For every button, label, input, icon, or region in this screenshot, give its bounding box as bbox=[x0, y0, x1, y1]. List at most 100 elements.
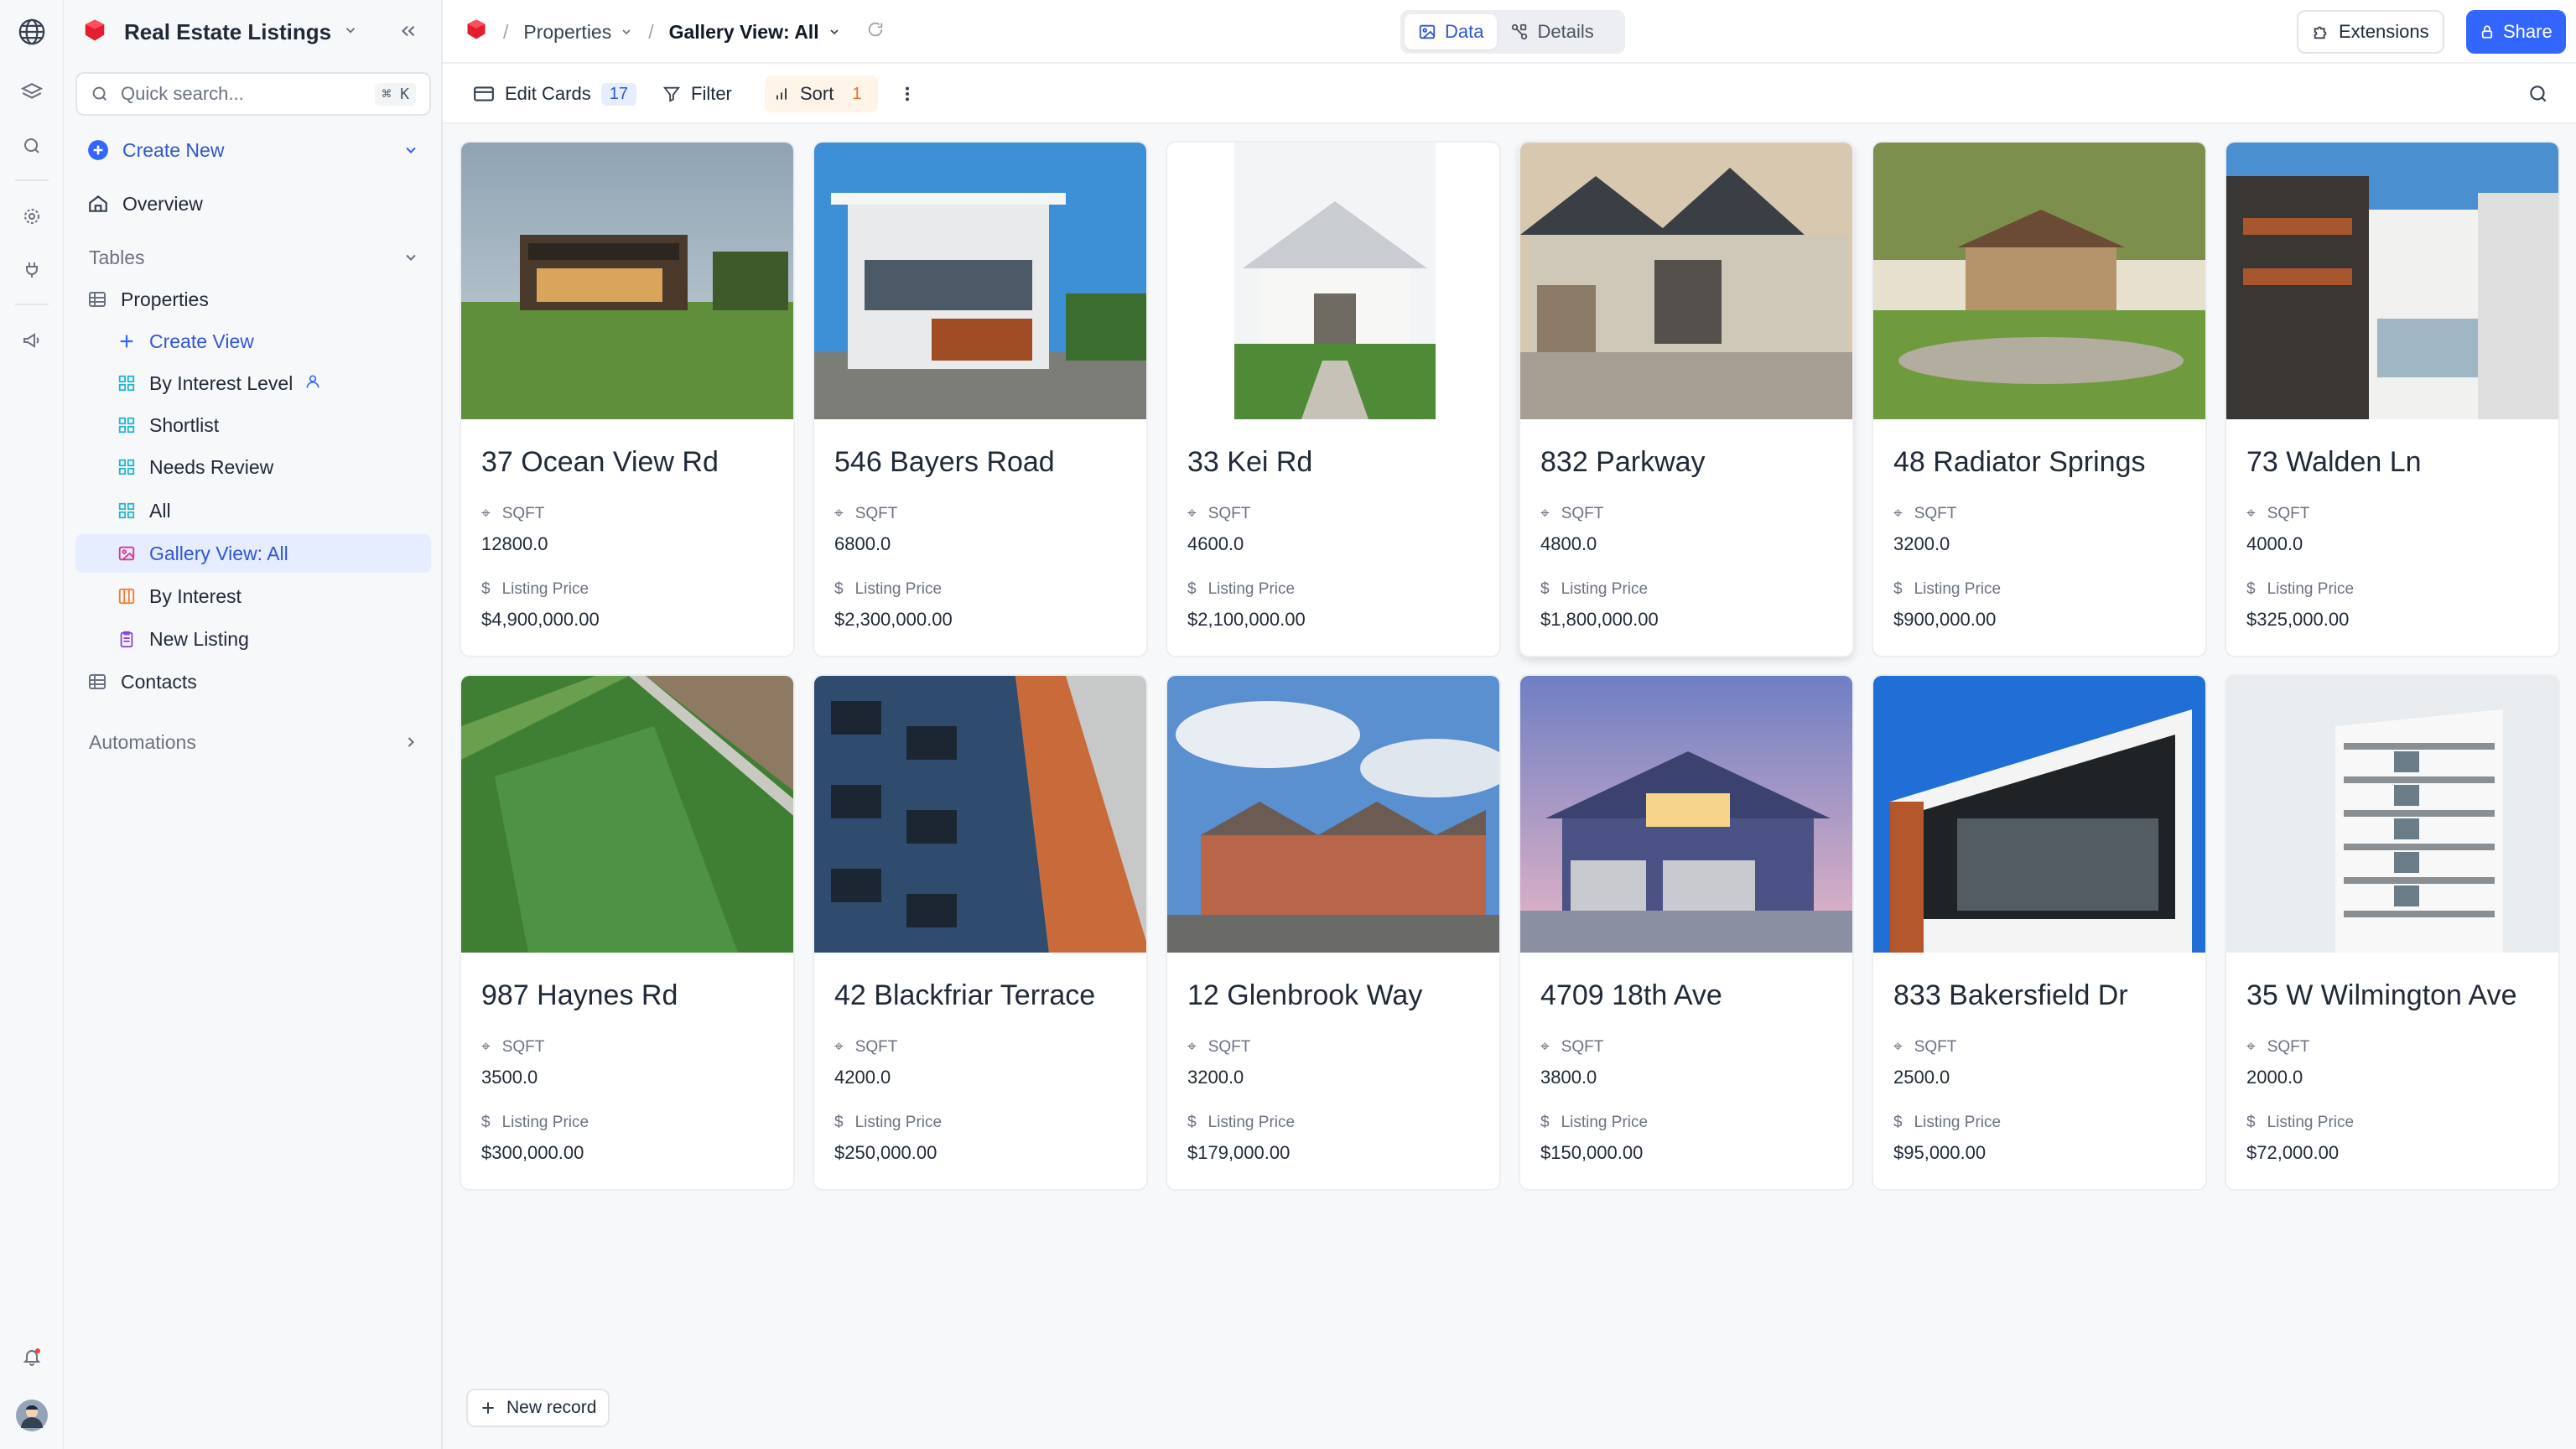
sort-label: Sort bbox=[800, 83, 834, 104]
chevron-down-icon[interactable] bbox=[828, 21, 841, 44]
sqft-value: 6800.0 bbox=[834, 533, 891, 554]
price-field-label: $ Listing Price bbox=[2246, 1114, 2355, 1131]
sidebar-view-by-interest[interactable]: By Interest bbox=[75, 577, 431, 615]
search-icon[interactable] bbox=[15, 129, 49, 163]
sidebar-item-properties[interactable]: Properties bbox=[75, 280, 431, 319]
view-label: Shortlist bbox=[149, 413, 220, 436]
card-title: 35 W Wilmington Ave bbox=[2246, 979, 2517, 1011]
automations-label: Automations bbox=[89, 730, 196, 753]
tab-details-label: Details bbox=[1537, 21, 1594, 42]
sqft-value: 4600.0 bbox=[1187, 533, 1244, 554]
dollar-icon: $ bbox=[834, 1114, 844, 1131]
base-logo-icon[interactable] bbox=[465, 18, 488, 46]
integrations-plug-icon[interactable] bbox=[15, 253, 49, 287]
quick-search-input[interactable]: Quick search... ⌘ K bbox=[75, 72, 431, 116]
record-card[interactable]: 987 Haynes Rd ⌖ SQFT 3500.0 $ Listing Pric… bbox=[460, 674, 795, 1191]
create-new-label: Create New bbox=[122, 138, 225, 161]
automations-section-header[interactable]: Automations bbox=[75, 723, 431, 761]
chevron-down-icon bbox=[402, 141, 419, 164]
dollar-icon: $ bbox=[1893, 1114, 1903, 1131]
workspace-globe-icon[interactable] bbox=[15, 15, 49, 49]
form-clipboard-icon bbox=[120, 631, 133, 648]
sort-button[interactable]: Sort 1 bbox=[765, 75, 879, 112]
breadcrumb-view[interactable]: Gallery View: All bbox=[669, 21, 819, 44]
sqft-value: 3800.0 bbox=[1540, 1067, 1597, 1088]
price-field-label: $ Listing Price bbox=[1893, 580, 2002, 598]
breadcrumb-table[interactable]: Properties bbox=[523, 21, 611, 44]
announcements-megaphone-icon[interactable] bbox=[15, 324, 49, 357]
record-card[interactable]: 33 Kei Rd ⌖ SQFT 4600.0 $ Listing Price $2… bbox=[1166, 141, 1501, 657]
record-card[interactable]: 48 Radiator Springs ⌖ SQFT 3200.0 $ Listin… bbox=[1872, 141, 2207, 657]
record-card[interactable]: 546 Bayers Road ⌖ SQFT 6800.0 $ Listing Pr… bbox=[813, 141, 1148, 657]
record-card[interactable]: 4709 18th Ave ⌖ SQFT 3800.0 $ Listing Pric… bbox=[1519, 674, 1854, 1191]
record-card[interactable]: 73 Walden Ln ⌖ SQFT 4000.0 $ Listing Price… bbox=[2225, 141, 2560, 657]
sidebar-view-shortlist[interactable]: Shortlist bbox=[75, 406, 431, 444]
price-field-label: $ Listing Price bbox=[481, 580, 589, 598]
user-avatar[interactable] bbox=[15, 1399, 49, 1432]
sqft-value: 3200.0 bbox=[1893, 533, 1950, 554]
icon-rail bbox=[0, 0, 64, 1449]
tables-section-header[interactable]: Tables bbox=[75, 238, 431, 277]
record-card[interactable]: 35 W Wilmington Ave ⌖ SQFT 2000.0 $ Listin… bbox=[2225, 674, 2560, 1191]
contacts-label: Contacts bbox=[121, 670, 197, 693]
create-new-button[interactable]: Create New bbox=[75, 131, 431, 169]
sidebar-view-needs-review[interactable]: Needs Review bbox=[75, 448, 431, 486]
record-card[interactable]: 37 Ocean View Rd ⌖ SQFT 12800.0 $ Listing … bbox=[460, 141, 795, 657]
sidebar-create-view[interactable]: Create View bbox=[75, 322, 431, 361]
sidebar-view-gallery-all[interactable]: Gallery View: All bbox=[75, 534, 431, 573]
personal-view-user-icon bbox=[304, 372, 321, 395]
sidebar-view-all[interactable]: All bbox=[75, 491, 431, 530]
record-card[interactable]: 12 Glenbrook Way ⌖ SQFT 3200.0 $ Listing P… bbox=[1166, 674, 1501, 1191]
price-field-label: $ Listing Price bbox=[1893, 1114, 2002, 1131]
dollar-icon: $ bbox=[2246, 580, 2256, 598]
grid-view-icon bbox=[118, 375, 135, 392]
price-field-label: $ Listing Price bbox=[2246, 580, 2355, 598]
notifications-bell-icon[interactable] bbox=[15, 1340, 49, 1374]
tab-details[interactable]: Details bbox=[1497, 14, 1607, 49]
sidebar-item-overview[interactable]: Overview bbox=[75, 184, 431, 223]
sort-bars-icon bbox=[776, 88, 787, 100]
sqft-field-label: ⌖ SQFT bbox=[1893, 505, 1957, 522]
record-card[interactable]: 832 Parkway ⌖ SQFT 4800.0 $ Listing Price … bbox=[1519, 141, 1854, 657]
bases-layers-icon[interactable] bbox=[15, 75, 49, 109]
settings-gear-icon[interactable] bbox=[15, 200, 49, 233]
table-grid-icon bbox=[89, 292, 106, 307]
record-card[interactable]: 833 Bakersfield Dr ⌖ SQFT 2500.0 $ Listing… bbox=[1872, 674, 2207, 1191]
sqft-field-label: ⌖ SQFT bbox=[1187, 1038, 1251, 1056]
price-field-label: $ Listing Price bbox=[1540, 1114, 1649, 1131]
share-label: Share bbox=[2503, 21, 2553, 42]
grid-view-icon bbox=[118, 459, 135, 475]
base-switcher[interactable]: Real Estate Listings bbox=[82, 15, 358, 49]
grid-view-icon bbox=[118, 417, 135, 434]
chevron-down-icon[interactable] bbox=[620, 21, 633, 44]
search-placeholder: Quick search... bbox=[121, 83, 244, 104]
record-card[interactable]: 42 Blackfriar Terrace ⌖ SQFT 4200.0 $ List… bbox=[813, 674, 1148, 1191]
plus-circle-icon bbox=[88, 140, 108, 160]
sqft-value: 4800.0 bbox=[1540, 533, 1597, 554]
refresh-icon[interactable] bbox=[866, 20, 885, 44]
tab-data[interactable]: Data bbox=[1405, 14, 1498, 49]
sqft-field-label: ⌖ SQFT bbox=[1893, 1038, 1957, 1056]
details-nodes-icon bbox=[1512, 23, 1528, 40]
sqft-value: 2500.0 bbox=[1893, 1067, 1950, 1088]
extensions-button[interactable]: Extensions bbox=[2297, 10, 2444, 54]
sqft-value: 4200.0 bbox=[834, 1067, 891, 1088]
sidebar-item-contacts[interactable]: Contacts bbox=[75, 662, 431, 701]
view-toolbar: Edit Cards 17 Filter Sort 1 bbox=[443, 64, 2576, 124]
sqft-value: 3200.0 bbox=[1187, 1067, 1244, 1088]
dollar-icon: $ bbox=[1893, 580, 1903, 598]
view-label: By Interest Level bbox=[149, 371, 293, 394]
search-records-icon[interactable] bbox=[2519, 75, 2558, 112]
sqft-field-label: ⌖ SQFT bbox=[481, 1038, 545, 1056]
sidebar-view-by-interest-level[interactable]: By Interest Level bbox=[75, 364, 431, 402]
sidebar-view-new-listing[interactable]: New Listing bbox=[75, 620, 431, 658]
area-icon: ⌖ bbox=[834, 1038, 844, 1056]
collapse-sidebar-icon[interactable] bbox=[397, 20, 419, 46]
more-options-icon[interactable] bbox=[896, 75, 919, 112]
edit-cards-button[interactable]: Edit Cards 17 bbox=[465, 75, 645, 112]
new-record-button[interactable]: New record bbox=[466, 1389, 610, 1427]
filter-button[interactable]: Filter bbox=[654, 75, 740, 112]
base-logo-icon bbox=[82, 18, 107, 47]
share-button[interactable]: Share bbox=[2466, 10, 2566, 54]
overview-label: Overview bbox=[122, 192, 203, 215]
